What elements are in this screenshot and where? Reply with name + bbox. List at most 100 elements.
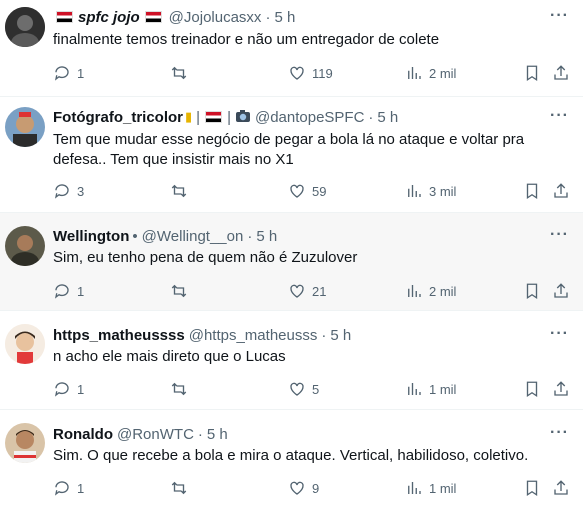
- handle[interactable]: @dantopeSPFC: [255, 109, 364, 126]
- reply-icon: [54, 382, 69, 397]
- reply-icon: [54, 284, 69, 299]
- avatar[interactable]: [5, 107, 45, 147]
- flag-icon: [205, 111, 223, 123]
- bookmark-icon: [526, 65, 538, 82]
- share-button[interactable]: [552, 379, 570, 399]
- reply-count: 1: [77, 65, 85, 81]
- retweet-button[interactable]: [170, 478, 194, 498]
- more-icon[interactable]: ···: [550, 424, 569, 442]
- flag-icon: [56, 11, 73, 23]
- retweet-button[interactable]: [170, 63, 194, 83]
- avatar[interactable]: [5, 7, 45, 47]
- reply-button[interactable]: 1: [53, 379, 84, 399]
- display-name[interactable]: Ronaldo: [53, 426, 113, 443]
- like-button[interactable]: 9: [288, 478, 319, 498]
- reply-button[interactable]: 3: [53, 181, 84, 201]
- bookmark-button[interactable]: [523, 63, 541, 83]
- like-count: 21: [312, 283, 327, 299]
- like-button[interactable]: 59: [288, 181, 326, 201]
- views-button[interactable]: 3 mil: [405, 181, 456, 201]
- tweet-1[interactable]: spfc jojo @Jojolucasxx · 5 h ··· finalme…: [0, 0, 583, 97]
- timestamp[interactable]: 5 h: [207, 426, 228, 443]
- share-button[interactable]: [552, 281, 570, 301]
- more-icon[interactable]: ···: [550, 226, 569, 244]
- display-name[interactable]: spfc jojo: [78, 9, 140, 26]
- share-icon: [554, 283, 568, 298]
- like-icon: [290, 184, 304, 198]
- timestamp[interactable]: 5 h: [330, 327, 351, 344]
- share-button[interactable]: [552, 478, 570, 498]
- retweet-button[interactable]: [170, 379, 194, 399]
- share-button[interactable]: [552, 181, 570, 201]
- handle[interactable]: @RonWTC: [117, 426, 194, 443]
- views-icon: [408, 185, 421, 197]
- tweet-text: Sim. O que recebe a bola e mira o ataque…: [53, 447, 529, 464]
- views-button[interactable]: 2 mil: [405, 281, 456, 301]
- timestamp[interactable]: 5 h: [377, 109, 398, 126]
- like-button[interactable]: 21: [288, 281, 326, 301]
- like-icon: [290, 481, 304, 495]
- like-icon: [290, 66, 304, 80]
- tweet-header: https_matheussss @https_matheusss · 5 h: [53, 326, 352, 344]
- timestamp[interactable]: 5 h: [274, 9, 295, 26]
- tweet-actions: 3 59 3 mil: [0, 181, 583, 201]
- reply-button[interactable]: 1: [53, 281, 84, 301]
- share-icon: [554, 183, 568, 198]
- tweet-3[interactable]: Wellington • @Wellingt__on · 5 h ··· Sim…: [0, 213, 583, 311]
- views-button[interactable]: 1 mil: [405, 478, 456, 498]
- like-button[interactable]: 119: [288, 63, 333, 83]
- display-name[interactable]: Fotógrafo_tricolor: [53, 109, 183, 126]
- tweet-text: Sim, eu tenho pena de quem não é Zuzulov…: [53, 249, 358, 266]
- tweet-text: finalmente temos treinador e não um entr…: [53, 31, 440, 48]
- views-button[interactable]: 2 mil: [405, 63, 456, 83]
- tweet-2[interactable]: Fotógrafo_tricolor ▮ | | @dantopeSPFC · …: [0, 97, 583, 213]
- reply-button[interactable]: 1: [53, 478, 84, 498]
- views-count: 2 mil: [429, 283, 457, 299]
- more-icon[interactable]: ···: [550, 325, 569, 343]
- like-count: 59: [312, 183, 327, 199]
- like-count: 119: [312, 65, 333, 81]
- views-count: 1 mil: [429, 381, 457, 397]
- reply-count: 1: [77, 381, 85, 397]
- retweet-icon: [171, 481, 187, 495]
- reply-icon: [54, 184, 69, 199]
- share-button[interactable]: [552, 63, 570, 83]
- handle[interactable]: @Jojolucasxx: [169, 9, 262, 26]
- views-icon: [408, 285, 421, 297]
- reply-feed: spfc jojo @Jojolucasxx · 5 h ··· finalme…: [0, 0, 583, 508]
- reply-button[interactable]: 1: [53, 63, 84, 83]
- display-name[interactable]: Wellington: [53, 228, 129, 245]
- bookmark-icon: [526, 480, 538, 497]
- tweet-4[interactable]: https_matheussss @https_matheusss · 5 h …: [0, 311, 583, 410]
- retweet-icon: [171, 382, 187, 396]
- handle[interactable]: @https_matheusss: [189, 327, 318, 344]
- tweet-actions: 1 119 2 mil: [0, 63, 583, 83]
- like-button[interactable]: 5: [288, 379, 319, 399]
- avatar[interactable]: [5, 226, 45, 266]
- more-icon[interactable]: ···: [550, 7, 569, 25]
- bookmark-icon: [526, 183, 538, 200]
- bookmark-button[interactable]: [523, 281, 541, 301]
- views-icon: [408, 482, 421, 494]
- flag-icon: [144, 11, 162, 23]
- views-button[interactable]: 1 mil: [405, 379, 456, 399]
- bookmark-button[interactable]: [523, 181, 541, 201]
- timestamp[interactable]: 5 h: [256, 228, 277, 245]
- reply-count: 1: [77, 480, 85, 496]
- avatar[interactable]: [5, 324, 45, 364]
- like-count: 5: [312, 381, 320, 397]
- tweet-5[interactable]: Ronaldo @RonWTC · 5 h ··· Sim. O que rec…: [0, 410, 583, 508]
- retweet-icon: [171, 184, 187, 198]
- display-name[interactable]: https_matheussss: [53, 327, 185, 344]
- like-icon: [290, 382, 304, 396]
- retweet-button[interactable]: [170, 281, 194, 301]
- avatar[interactable]: [5, 423, 45, 463]
- retweet-icon: [171, 284, 187, 298]
- more-icon[interactable]: ···: [550, 107, 569, 125]
- bookmark-button[interactable]: [523, 478, 541, 498]
- reply-icon: [54, 481, 69, 496]
- reply-count: 1: [77, 283, 85, 299]
- handle[interactable]: @Wellingt__on: [142, 228, 244, 245]
- bookmark-button[interactable]: [523, 379, 541, 399]
- retweet-button[interactable]: [170, 181, 194, 201]
